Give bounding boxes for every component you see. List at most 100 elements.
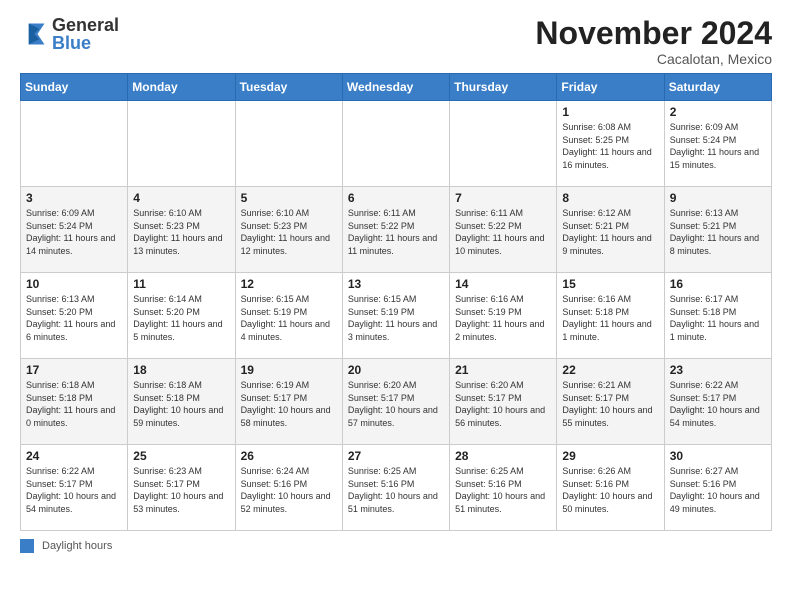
calendar-cell: 2 Sunrise: 6:09 AMSunset: 5:24 PMDaylight… — [664, 101, 771, 187]
day-info: Sunrise: 6:25 AMSunset: 5:16 PMDaylight:… — [348, 465, 444, 515]
logo-general-text: General — [52, 16, 119, 34]
day-info: Sunrise: 6:24 AMSunset: 5:16 PMDaylight:… — [241, 465, 337, 515]
calendar-cell: 10 Sunrise: 6:13 AMSunset: 5:20 PMDayligh… — [21, 273, 128, 359]
day-number: 3 — [26, 191, 122, 205]
day-info: Sunrise: 6:18 AMSunset: 5:18 PMDaylight:… — [26, 379, 122, 429]
day-info: Sunrise: 6:22 AMSunset: 5:17 PMDaylight:… — [670, 379, 766, 429]
calendar-cell: 28 Sunrise: 6:25 AMSunset: 5:16 PMDayligh… — [450, 445, 557, 531]
day-info: Sunrise: 6:25 AMSunset: 5:16 PMDaylight:… — [455, 465, 551, 515]
day-number: 23 — [670, 363, 766, 377]
calendar-cell: 8 Sunrise: 6:12 AMSunset: 5:21 PMDaylight… — [557, 187, 664, 273]
weekday-header: Thursday — [450, 74, 557, 101]
weekday-header: Friday — [557, 74, 664, 101]
calendar-cell: 14 Sunrise: 6:16 AMSunset: 5:19 PMDayligh… — [450, 273, 557, 359]
day-info: Sunrise: 6:09 AMSunset: 5:24 PMDaylight:… — [26, 207, 122, 257]
calendar-week-row: 3 Sunrise: 6:09 AMSunset: 5:24 PMDaylight… — [21, 187, 772, 273]
day-info: Sunrise: 6:14 AMSunset: 5:20 PMDaylight:… — [133, 293, 229, 343]
calendar-week-row: 24 Sunrise: 6:22 AMSunset: 5:17 PMDayligh… — [21, 445, 772, 531]
day-number: 2 — [670, 105, 766, 119]
day-info: Sunrise: 6:17 AMSunset: 5:18 PMDaylight:… — [670, 293, 766, 343]
day-number: 1 — [562, 105, 658, 119]
footer: Daylight hours — [20, 539, 772, 553]
day-info: Sunrise: 6:27 AMSunset: 5:16 PMDaylight:… — [670, 465, 766, 515]
day-info: Sunrise: 6:13 AMSunset: 5:20 PMDaylight:… — [26, 293, 122, 343]
calendar-body: 1 Sunrise: 6:08 AMSunset: 5:25 PMDaylight… — [21, 101, 772, 531]
day-number: 28 — [455, 449, 551, 463]
day-info: Sunrise: 6:20 AMSunset: 5:17 PMDaylight:… — [348, 379, 444, 429]
daylight-color-box — [20, 539, 34, 553]
day-info: Sunrise: 6:16 AMSunset: 5:19 PMDaylight:… — [455, 293, 551, 343]
day-info: Sunrise: 6:26 AMSunset: 5:16 PMDaylight:… — [562, 465, 658, 515]
calendar-week-row: 1 Sunrise: 6:08 AMSunset: 5:25 PMDaylight… — [21, 101, 772, 187]
logo: General Blue — [20, 16, 119, 52]
calendar-cell: 19 Sunrise: 6:19 AMSunset: 5:17 PMDayligh… — [235, 359, 342, 445]
day-number: 30 — [670, 449, 766, 463]
calendar-week-row: 10 Sunrise: 6:13 AMSunset: 5:20 PMDayligh… — [21, 273, 772, 359]
page: General Blue November 2024 Cacalotan, Me… — [0, 0, 792, 612]
day-number: 7 — [455, 191, 551, 205]
day-info: Sunrise: 6:12 AMSunset: 5:21 PMDaylight:… — [562, 207, 658, 257]
day-info: Sunrise: 6:19 AMSunset: 5:17 PMDaylight:… — [241, 379, 337, 429]
day-number: 17 — [26, 363, 122, 377]
calendar-cell: 9 Sunrise: 6:13 AMSunset: 5:21 PMDaylight… — [664, 187, 771, 273]
day-number: 27 — [348, 449, 444, 463]
calendar-cell — [450, 101, 557, 187]
calendar-cell: 15Sunrise: 6:16 AMSunset: 5:18 PMDayligh… — [557, 273, 664, 359]
logo-icon — [20, 20, 48, 48]
day-number: 5 — [241, 191, 337, 205]
day-number: 26 — [241, 449, 337, 463]
day-number: 9 — [670, 191, 766, 205]
calendar-cell: 11Sunrise: 6:14 AMSunset: 5:20 PMDayligh… — [128, 273, 235, 359]
calendar-cell: 1 Sunrise: 6:08 AMSunset: 5:25 PMDaylight… — [557, 101, 664, 187]
calendar-cell: 22Sunrise: 6:21 AMSunset: 5:17 PMDayligh… — [557, 359, 664, 445]
day-info: Sunrise: 6:11 AMSunset: 5:22 PMDaylight:… — [348, 207, 444, 257]
location: Cacalotan, Mexico — [535, 51, 772, 67]
weekday-row: SundayMondayTuesdayWednesdayThursdayFrid… — [21, 74, 772, 101]
day-info: Sunrise: 6:08 AMSunset: 5:25 PMDaylight:… — [562, 121, 658, 171]
day-number: 14 — [455, 277, 551, 291]
day-number: 29 — [562, 449, 658, 463]
header: General Blue November 2024 Cacalotan, Me… — [20, 16, 772, 67]
calendar-cell: 23 Sunrise: 6:22 AMSunset: 5:17 PMDayligh… — [664, 359, 771, 445]
day-number: 10 — [26, 277, 122, 291]
day-number: 8 — [562, 191, 658, 205]
weekday-header: Monday — [128, 74, 235, 101]
day-number: 24 — [26, 449, 122, 463]
month-title: November 2024 — [535, 16, 772, 51]
weekday-header: Sunday — [21, 74, 128, 101]
calendar-cell: 17 Sunrise: 6:18 AMSunset: 5:18 PMDayligh… — [21, 359, 128, 445]
calendar-cell: 13 Sunrise: 6:15 AMSunset: 5:19 PMDayligh… — [342, 273, 449, 359]
day-info: Sunrise: 6:23 AMSunset: 5:17 PMDaylight:… — [133, 465, 229, 515]
day-number: 25 — [133, 449, 229, 463]
logo-text: General Blue — [52, 16, 119, 52]
calendar-table: SundayMondayTuesdayWednesdayThursdayFrid… — [20, 73, 772, 531]
calendar-cell: 18Sunrise: 6:18 AMSunset: 5:18 PMDayligh… — [128, 359, 235, 445]
day-info: Sunrise: 6:10 AMSunset: 5:23 PMDaylight:… — [241, 207, 337, 257]
calendar-cell: 20 Sunrise: 6:20 AMSunset: 5:17 PMDayligh… — [342, 359, 449, 445]
calendar-cell: 24 Sunrise: 6:22 AMSunset: 5:17 PMDayligh… — [21, 445, 128, 531]
day-info: Sunrise: 6:11 AMSunset: 5:22 PMDaylight:… — [455, 207, 551, 257]
calendar-cell: 26 Sunrise: 6:24 AMSunset: 5:16 PMDayligh… — [235, 445, 342, 531]
day-number: 21 — [455, 363, 551, 377]
calendar-header: SundayMondayTuesdayWednesdayThursdayFrid… — [21, 74, 772, 101]
calendar-cell — [235, 101, 342, 187]
logo-blue-text: Blue — [52, 34, 119, 52]
day-info: Sunrise: 6:15 AMSunset: 5:19 PMDaylight:… — [348, 293, 444, 343]
calendar-cell: 7 Sunrise: 6:11 AMSunset: 5:22 PMDaylight… — [450, 187, 557, 273]
day-number: 19 — [241, 363, 337, 377]
calendar-cell: 6Sunrise: 6:11 AMSunset: 5:22 PMDaylight… — [342, 187, 449, 273]
calendar-cell: 30 Sunrise: 6:27 AMSunset: 5:16 PMDayligh… — [664, 445, 771, 531]
weekday-header: Tuesday — [235, 74, 342, 101]
footer-label: Daylight hours — [42, 540, 112, 552]
day-number: 16 — [670, 277, 766, 291]
day-number: 15 — [562, 277, 658, 291]
day-info: Sunrise: 6:09 AMSunset: 5:24 PMDaylight:… — [670, 121, 766, 171]
day-info: Sunrise: 6:13 AMSunset: 5:21 PMDaylight:… — [670, 207, 766, 257]
day-number: 13 — [348, 277, 444, 291]
day-info: Sunrise: 6:10 AMSunset: 5:23 PMDaylight:… — [133, 207, 229, 257]
day-number: 22 — [562, 363, 658, 377]
day-number: 20 — [348, 363, 444, 377]
day-info: Sunrise: 6:22 AMSunset: 5:17 PMDaylight:… — [26, 465, 122, 515]
calendar-cell — [21, 101, 128, 187]
calendar-cell: 21Sunrise: 6:20 AMSunset: 5:17 PMDayligh… — [450, 359, 557, 445]
